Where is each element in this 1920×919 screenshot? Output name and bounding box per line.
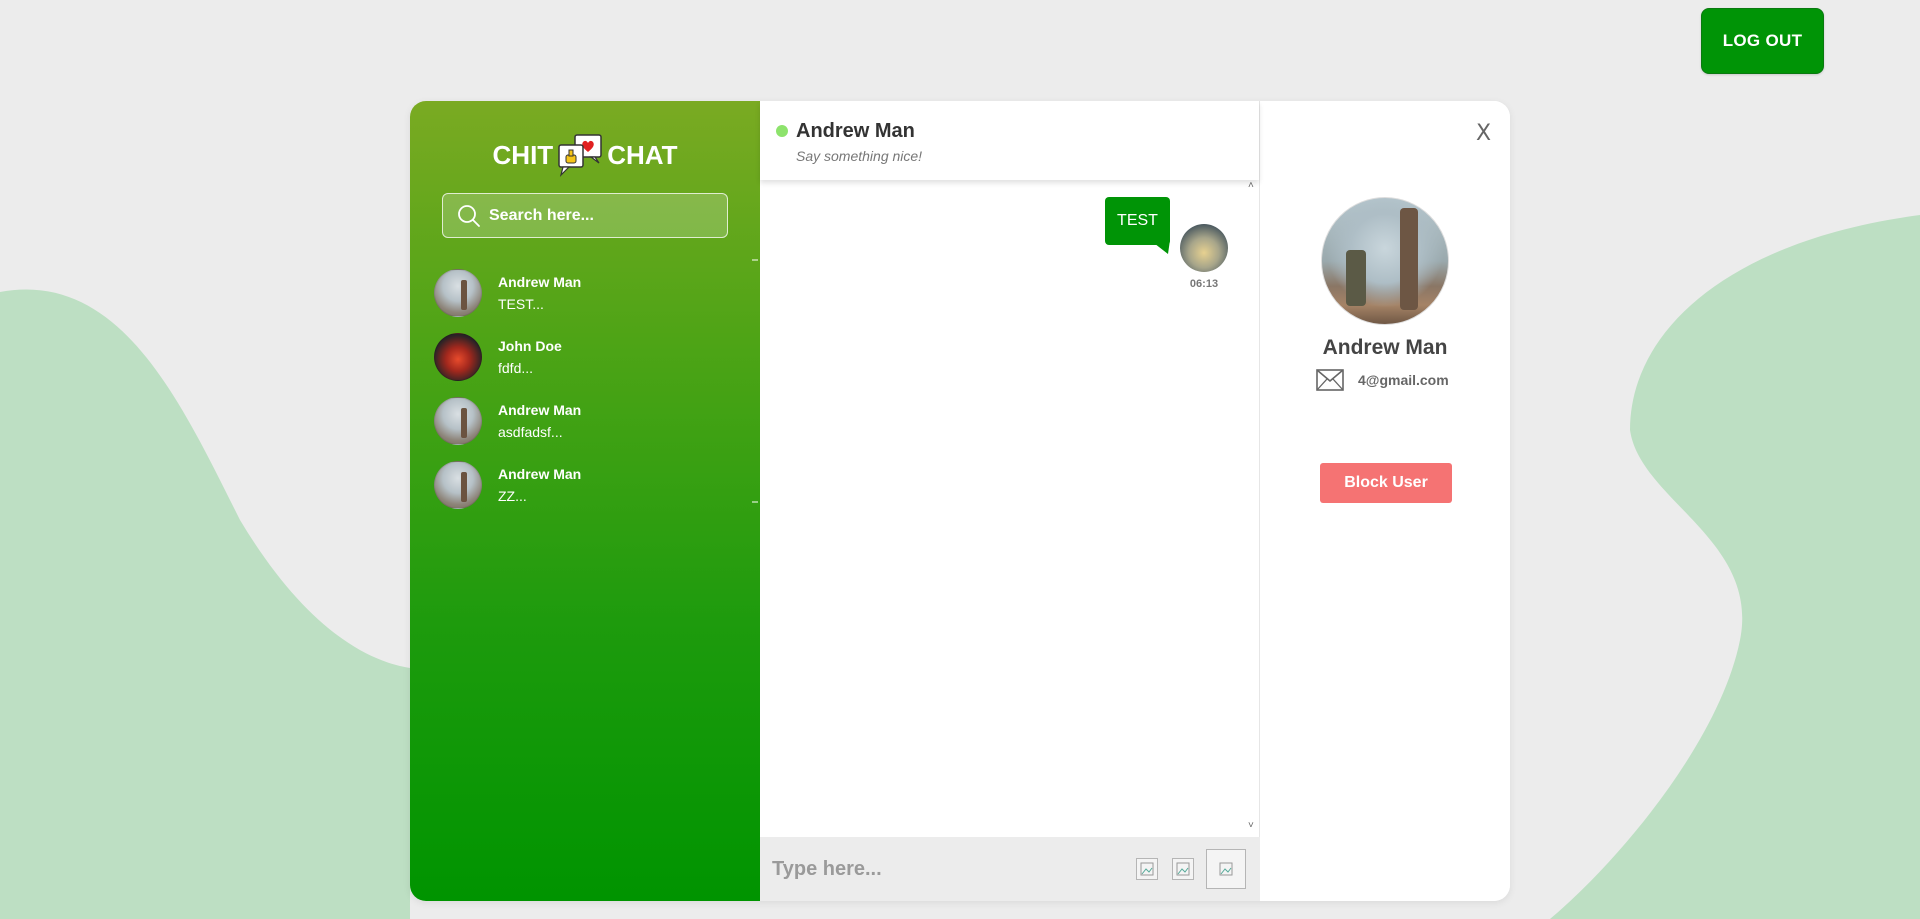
- message-area[interactable]: ˄ TEST 06:13 ˅: [760, 180, 1260, 836]
- avatar: [434, 461, 482, 509]
- sidebar: CHIT CHAT Andrew Man: [410, 101, 760, 901]
- contact-name: Andrew Man: [498, 274, 582, 290]
- chat-app-window: CHIT CHAT Andrew Man: [410, 101, 1510, 901]
- profile-avatar: [1321, 197, 1449, 325]
- brand-text-right: CHAT: [607, 139, 678, 170]
- contact-name: John Doe: [498, 338, 562, 354]
- contact-name: Andrew Man: [498, 466, 582, 482]
- profile-email-row: 4@gmail.com: [1316, 369, 1449, 391]
- envelope-icon: [1316, 369, 1344, 391]
- chat-status-text: Say something nice!: [796, 148, 923, 164]
- logout-button[interactable]: LOG OUT: [1701, 8, 1824, 74]
- profile-email: 4@gmail.com: [1358, 372, 1449, 388]
- block-user-button[interactable]: Block User: [1320, 463, 1452, 503]
- contact-item[interactable]: Andrew Man asdfadsf...: [434, 389, 734, 453]
- search-input[interactable]: [489, 206, 709, 225]
- message-composer: [760, 837, 1260, 901]
- message-time: 06:13: [1189, 278, 1219, 290]
- sidebar-scrollbar-bottom[interactable]: [752, 501, 758, 503]
- scroll-down-icon[interactable]: ˅: [1248, 820, 1254, 831]
- scroll-up-icon[interactable]: ˄: [1248, 180, 1254, 191]
- search-box[interactable]: [442, 193, 728, 238]
- chat-bubbles-heart-icon: [558, 134, 602, 177]
- sidebar-scrollbar-top[interactable]: [752, 259, 758, 261]
- contact-preview: fdfd...: [498, 360, 534, 376]
- profile-name: Andrew Man: [1322, 336, 1448, 359]
- bubble-tail: [1150, 240, 1170, 254]
- contact-item[interactable]: John Doe fdfd...: [434, 325, 734, 389]
- message-bubble: TEST: [1105, 197, 1170, 245]
- contact-name: Andrew Man: [498, 402, 582, 418]
- message-input[interactable]: [772, 857, 1112, 881]
- attach-file-icon[interactable]: [1172, 858, 1194, 880]
- contact-item[interactable]: Andrew Man TEST...: [434, 261, 734, 325]
- profile-panel: X Andrew Man 4@gmail.com Block User: [1260, 101, 1510, 901]
- brand-logo: CHIT CHAT: [410, 131, 760, 179]
- search-icon: [458, 204, 480, 227]
- contact-item[interactable]: Andrew Man ZZ...: [434, 453, 734, 517]
- contact-preview: TEST...: [498, 296, 544, 312]
- message-avatar: [1180, 224, 1228, 272]
- chat-contact-name: Andrew Man: [796, 120, 915, 142]
- contact-list: Andrew Man TEST... John Doe fdfd... Andr…: [434, 261, 734, 517]
- close-profile-button[interactable]: X: [1476, 121, 1491, 146]
- contact-preview: ZZ...: [498, 488, 527, 504]
- avatar: [434, 269, 482, 317]
- attach-image-icon[interactable]: [1136, 858, 1158, 880]
- avatar: [434, 397, 482, 445]
- send-icon[interactable]: [1206, 849, 1246, 889]
- brand-text-left: CHIT: [492, 139, 554, 170]
- chat-panel: Andrew Man Say something nice! ˄ TEST 06…: [760, 101, 1260, 901]
- online-status-icon: [776, 125, 788, 137]
- avatar: [434, 333, 482, 381]
- chat-header: Andrew Man Say something nice!: [760, 101, 1259, 180]
- contact-preview: asdfadsf...: [498, 424, 563, 440]
